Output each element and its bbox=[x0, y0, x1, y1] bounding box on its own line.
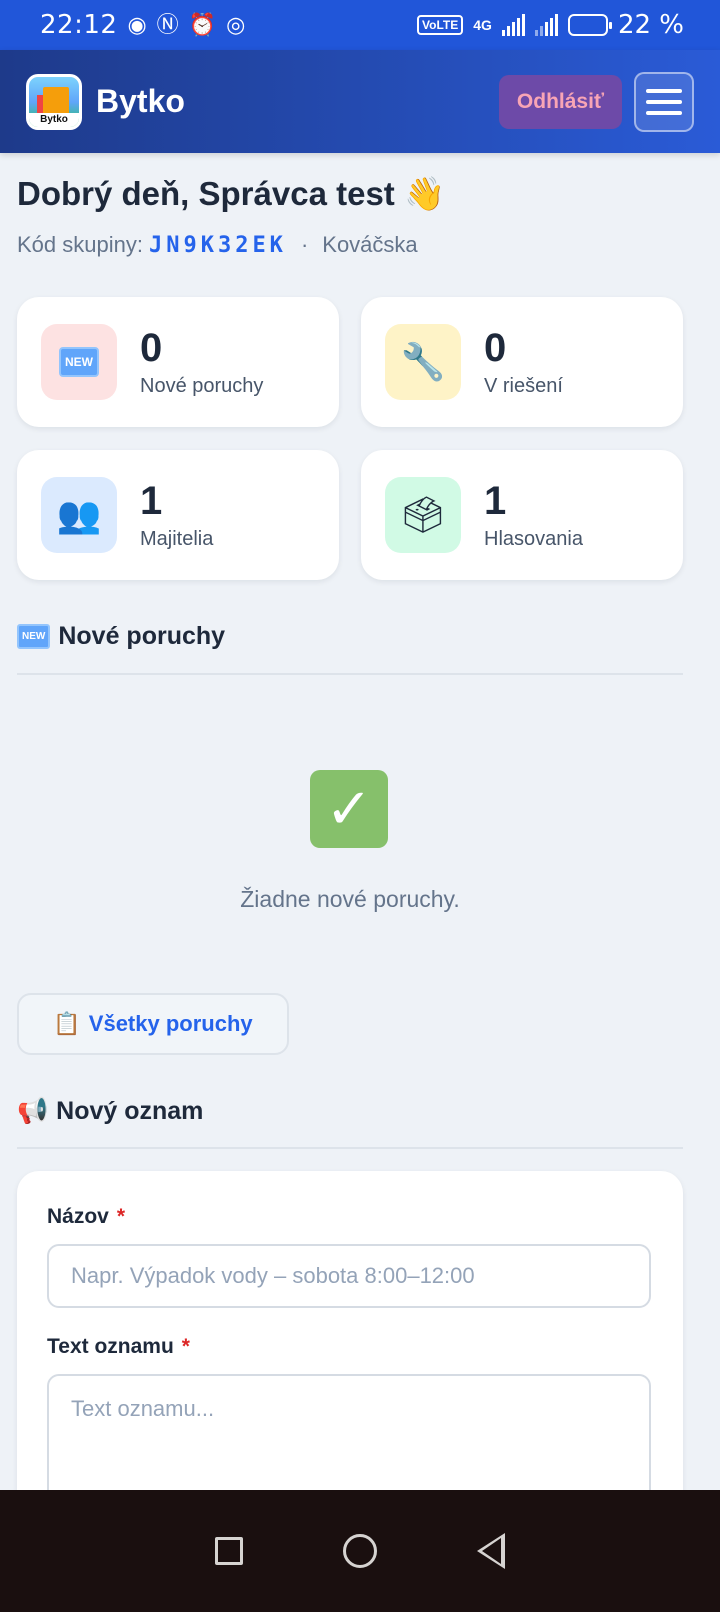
group-code-label: Kód skupiny: bbox=[17, 232, 143, 257]
header-actions: Odhlásiť bbox=[498, 71, 694, 132]
logout-button[interactable]: Odhlásiť bbox=[498, 74, 622, 129]
empty-state-text: Žiadne nové poruchy. bbox=[240, 886, 460, 912]
status-bar: 22:12 ◉ Ⓝ ⏰ ◎ VoLTE 4G 22 % bbox=[0, 0, 720, 50]
app-logo: Bytko bbox=[26, 73, 82, 130]
clipboard-icon: 📋 bbox=[53, 1011, 81, 1036]
alarm-icon: ⏰ bbox=[188, 12, 217, 37]
network-type: 4G bbox=[473, 17, 492, 33]
megaphone-icon: 📢 bbox=[17, 1097, 49, 1125]
signal-icon bbox=[501, 14, 525, 36]
announcement-name-input[interactable] bbox=[47, 1244, 651, 1308]
all-faults-button[interactable]: 📋 Všetky poruchy bbox=[17, 993, 289, 1055]
separator-dot: · bbox=[300, 232, 309, 257]
menu-icon-line bbox=[646, 110, 682, 115]
name-field-label: Názov * bbox=[47, 1205, 126, 1228]
stat-value: 1 bbox=[484, 478, 507, 523]
volte-icon: VoLTE bbox=[417, 15, 464, 35]
chrome-icon: ◎ bbox=[226, 12, 246, 37]
required-mark: * bbox=[116, 1205, 126, 1228]
section-title-text: Nový oznam bbox=[56, 1097, 204, 1125]
street-name: Kováčska bbox=[322, 232, 418, 257]
stat-label: Majitelia bbox=[140, 527, 214, 550]
eye-icon: ◉ bbox=[127, 12, 147, 37]
new-icon: NEW bbox=[41, 324, 117, 400]
menu-icon-line bbox=[646, 88, 682, 93]
stat-value: 0 bbox=[484, 325, 507, 370]
new-icon: NEW bbox=[17, 624, 51, 649]
app-name: Bytko bbox=[96, 83, 185, 119]
stat-label: V riešení bbox=[484, 374, 563, 397]
stat-card-owners[interactable]: 👥 1 Majitelia bbox=[17, 450, 339, 580]
status-time: 22:12 bbox=[40, 10, 118, 40]
check-mark-icon: ✓ bbox=[310, 770, 388, 848]
all-faults-label: Všetky poruchy bbox=[88, 1011, 253, 1036]
page-title: Dobrý deň, Správca test 👋 bbox=[17, 175, 446, 212]
stat-card-new-faults[interactable]: NEW 0 Nové poruchy bbox=[17, 297, 339, 427]
stat-value: 1 bbox=[140, 478, 163, 523]
announcement-form: Názov* Text oznamu* bbox=[17, 1171, 683, 1531]
text-field-label: Text oznamu * bbox=[47, 1335, 190, 1358]
stat-value: 0 bbox=[140, 325, 163, 370]
stat-label: Nové poruchy bbox=[140, 374, 264, 397]
wrench-icon: 🔧 bbox=[385, 324, 461, 400]
status-left: 22:12 ◉ Ⓝ ⏰ ◎ bbox=[40, 10, 245, 40]
people-icon: 👥 bbox=[41, 477, 117, 553]
back-icon[interactable] bbox=[477, 1533, 505, 1569]
section-title-text: Nové poruchy bbox=[58, 622, 226, 650]
menu-icon-line bbox=[646, 99, 682, 104]
stat-card-in-progress[interactable]: 🔧 0 V riešení bbox=[361, 297, 683, 427]
stat-label: Hlasovania bbox=[484, 527, 583, 550]
home-icon[interactable] bbox=[343, 1534, 377, 1568]
group-info: Kód skupiny: JN9K32EK · Kováčska bbox=[17, 232, 418, 258]
battery-percent: 22 % bbox=[617, 10, 684, 40]
hamburger-menu-button[interactable] bbox=[634, 71, 694, 132]
divider bbox=[17, 1147, 683, 1149]
system-navigation-bar bbox=[0, 1490, 720, 1612]
battery-icon bbox=[567, 14, 612, 36]
group-code: JN9K32EK bbox=[148, 232, 287, 258]
recent-apps-icon[interactable] bbox=[215, 1537, 243, 1565]
signal-icon-2 bbox=[534, 14, 558, 36]
section-title-new-faults: NEW Nové poruchy bbox=[17, 622, 225, 651]
brand[interactable]: Bytko Bytko bbox=[26, 73, 185, 130]
app-header: Bytko Bytko Odhlásiť bbox=[0, 50, 720, 153]
status-right: VoLTE 4G 22 % bbox=[417, 10, 684, 40]
divider bbox=[17, 673, 683, 675]
required-mark: * bbox=[181, 1335, 190, 1358]
stat-card-votes[interactable]: 🗳 1 Hlasovania bbox=[361, 450, 683, 580]
section-title-new-announcement: 📢 Nový oznam bbox=[17, 1097, 203, 1126]
ballot-box-icon: 🗳 bbox=[385, 477, 461, 553]
nfc-icon: Ⓝ bbox=[156, 12, 179, 37]
